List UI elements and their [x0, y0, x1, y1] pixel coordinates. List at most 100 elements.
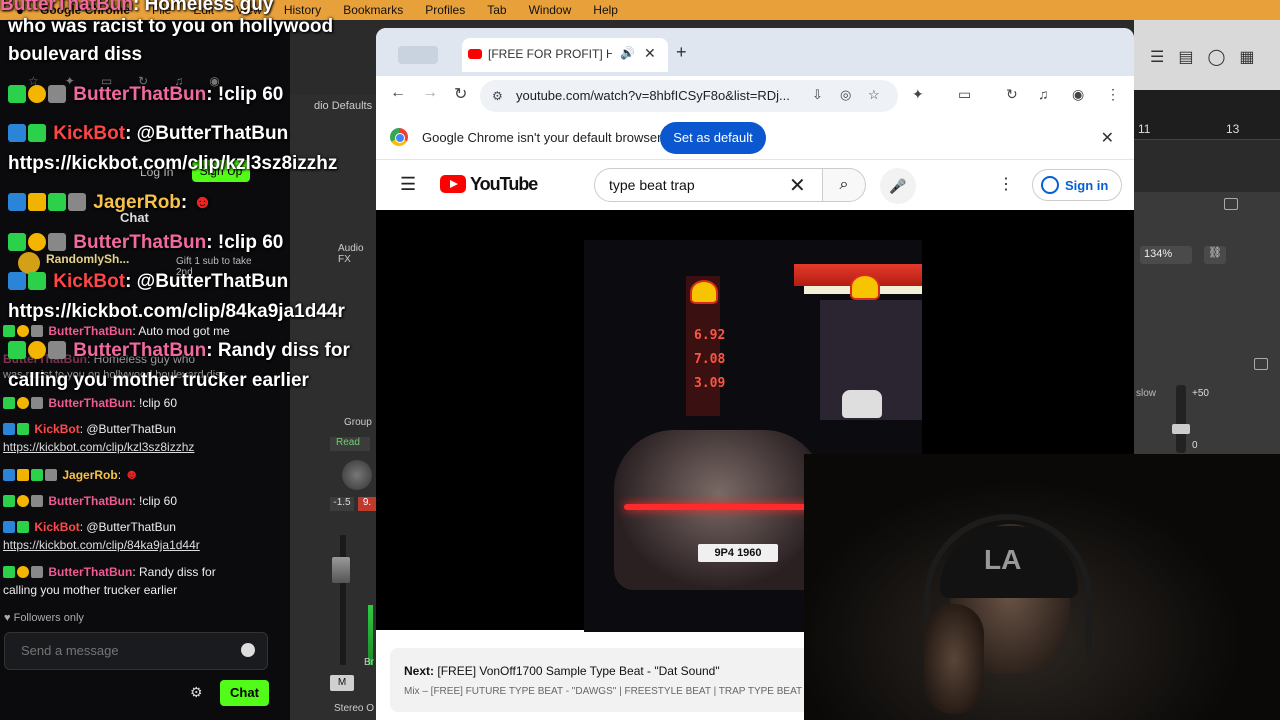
- daw-toolbar-icons: ☰ ▤ ◯ ▦: [1150, 47, 1255, 67]
- chat-username[interactable]: KickBot: [34, 422, 79, 436]
- youtube-logo-icon[interactable]: [440, 175, 466, 193]
- emoji-icon[interactable]: [241, 643, 255, 657]
- account-icon: [1041, 176, 1059, 194]
- voice-search-icon[interactable]: 🎤: [880, 168, 916, 204]
- address-bar[interactable]: ⚙ youtube.com/watch?v=8hbfICSyF8o&list=R…: [480, 80, 898, 112]
- list-icon[interactable]: ☰: [1150, 47, 1164, 67]
- chat-username[interactable]: ButterThatBun: [48, 324, 132, 338]
- speaker-icon[interactable]: 🔊: [620, 46, 635, 60]
- chat-username[interactable]: ButterThatBun: [48, 565, 132, 579]
- browser-icon[interactable]: ▦: [1239, 47, 1254, 67]
- overlay-username: KickBot: [53, 123, 126, 144]
- overlay-username: ButterThatBun: [0, 0, 133, 15]
- google-lens-icon[interactable]: ◎: [840, 87, 851, 103]
- site-info-icon[interactable]: ⚙: [492, 89, 503, 103]
- notes-icon[interactable]: ▤: [1178, 47, 1193, 67]
- set-default-button[interactable]: Set as default: [660, 122, 766, 154]
- search-input[interactable]: [609, 177, 779, 193]
- chat-username[interactable]: JagerRob: [62, 468, 117, 482]
- bot-badge-icon: [8, 124, 26, 142]
- chat-username[interactable]: ButterThatBun: [48, 494, 132, 508]
- bookmark-star-icon[interactable]: ☆: [868, 87, 880, 103]
- media-control-icon[interactable]: ♫: [1038, 86, 1049, 102]
- new-tab-icon[interactable]: +: [676, 42, 687, 63]
- install-app-icon[interactable]: ⇩: [812, 87, 823, 103]
- menu-history[interactable]: History: [284, 3, 321, 17]
- volume-fader-handle[interactable]: [332, 557, 350, 583]
- extensions-icon[interactable]: ✦: [912, 86, 924, 103]
- gift-user: RandomlySh...: [46, 252, 130, 266]
- clear-search-icon[interactable]: ✕: [789, 173, 806, 198]
- cast-icon[interactable]: ▭: [958, 86, 971, 103]
- followers-only-notice: ♥ Followers only: [4, 612, 84, 624]
- back-icon[interactable]: ←: [390, 84, 406, 102]
- audio-fx-label: Audio FX: [338, 243, 364, 265]
- chat-username[interactable]: KickBot: [34, 520, 79, 534]
- mix-playlist-line: Mix – [FREE] FUTURE TYPE BEAT - "DAWGS" …: [404, 686, 804, 697]
- chat-message: ButterThatBun: !clip 60: [3, 395, 177, 411]
- tab-youtube[interactable]: [FREE FOR PROFIT] HARD 🔊 ✕: [462, 38, 668, 72]
- chat-input-box: [4, 632, 268, 670]
- profile-icon[interactable]: ◉: [1072, 86, 1084, 103]
- sub-badge-icon: [17, 566, 29, 578]
- menu-help[interactable]: Help: [593, 3, 618, 17]
- search-button[interactable]: ⌕: [822, 168, 866, 202]
- reload-icon[interactable]: ↻: [454, 84, 467, 104]
- sign-in-button[interactable]: Sign in: [1032, 169, 1122, 201]
- overlay-message: ButterThatBun: Homeless guy: [0, 0, 273, 16]
- panel-icon[interactable]: [1254, 358, 1268, 370]
- up-next-video-title: [FREE] VonOff1700 Sample Type Beat - "Da…: [437, 664, 720, 678]
- overlay-message-continued: boulevard diss: [8, 44, 143, 65]
- slow-label: slow: [1136, 388, 1157, 399]
- more-options-icon[interactable]: ⋮: [998, 174, 1014, 194]
- overlay-text: : @ButterThatBun: [125, 271, 289, 292]
- heart-icon: ♥: [4, 612, 11, 624]
- youtube-wordmark[interactable]: YouTube: [470, 174, 538, 195]
- up-next-card[interactable]: Next: [FREE] VonOff1700 Sample Type Beat…: [390, 648, 810, 712]
- menu-profiles[interactable]: Profiles: [425, 3, 465, 17]
- mute-button[interactable]: M: [330, 675, 354, 691]
- pan-knob[interactable]: [342, 460, 372, 490]
- menu-window[interactable]: Window: [529, 3, 572, 17]
- chat-link[interactable]: https://kickbot.com/clip/kzl3sz8izzhz: [3, 439, 194, 455]
- chat-message: ButterThatBun: Auto mod got me: [3, 323, 230, 339]
- send-chat-button[interactable]: Chat: [220, 680, 269, 706]
- performance-icon[interactable]: ↻: [1006, 86, 1018, 103]
- tab-strip: [FREE FOR PROFIT] HARD 🔊 ✕ +: [376, 28, 1134, 76]
- automation-read-button[interactable]: Read: [330, 437, 370, 451]
- zoom-select[interactable]: 134%: [1140, 246, 1192, 264]
- menu-tab[interactable]: Tab: [487, 3, 506, 17]
- loop-icon[interactable]: ◯: [1207, 47, 1225, 67]
- navigation-bar: ← → ↻ ⚙ youtube.com/watch?v=8hbfICSyF8o&…: [376, 76, 1134, 116]
- close-infobar-icon[interactable]: ✕: [1101, 128, 1114, 148]
- bot-badge-icon: [3, 521, 15, 533]
- menu-bookmarks[interactable]: Bookmarks: [343, 3, 403, 17]
- more-menu-icon[interactable]: ⋮: [1106, 86, 1120, 103]
- gear-icon[interactable]: ⚙: [190, 684, 203, 701]
- chat-username[interactable]: ButterThatBun: [48, 396, 132, 410]
- youtube-favicon-icon: [468, 49, 482, 59]
- group-label: Group: [344, 417, 372, 428]
- overlay-text: : Randy diss for: [206, 340, 350, 361]
- daw-fader-handle[interactable]: [1172, 424, 1190, 434]
- panel-icon[interactable]: [1224, 198, 1238, 210]
- tab-title: [FREE FOR PROFIT] HARD: [488, 47, 612, 61]
- chat-link[interactable]: https://kickbot.com/clip/84ka9ja1d44r: [3, 537, 200, 553]
- chat-message: KickBot: @ButterThatBun: [3, 421, 176, 437]
- forward-icon[interactable]: →: [422, 84, 438, 102]
- url-text[interactable]: youtube.com/watch?v=8hbfICSyF8o&list=RDj…: [516, 88, 796, 103]
- devil-emote-icon: ☻: [192, 192, 213, 213]
- peak-value: 9.: [358, 497, 376, 511]
- chat-message-input[interactable]: [21, 643, 221, 658]
- streamer-hand: [924, 604, 984, 714]
- devil-emote-icon: ☻: [124, 466, 140, 482]
- tab-search-icon[interactable]: [398, 46, 438, 64]
- overlay-message: KickBot: @ButterThatBun: [8, 123, 288, 145]
- close-tab-icon[interactable]: ✕: [644, 45, 656, 62]
- overlay-username: JagerRob: [93, 192, 181, 213]
- chat-text: : !clip 60: [132, 396, 178, 410]
- overlay-username: ButterThatBun: [73, 84, 207, 105]
- up-next-title: Next: [FREE] VonOff1700 Sample Type Beat…: [404, 664, 720, 678]
- link-icon[interactable]: ⛓: [1204, 246, 1226, 264]
- hamburger-menu-icon[interactable]: ☰: [400, 174, 416, 195]
